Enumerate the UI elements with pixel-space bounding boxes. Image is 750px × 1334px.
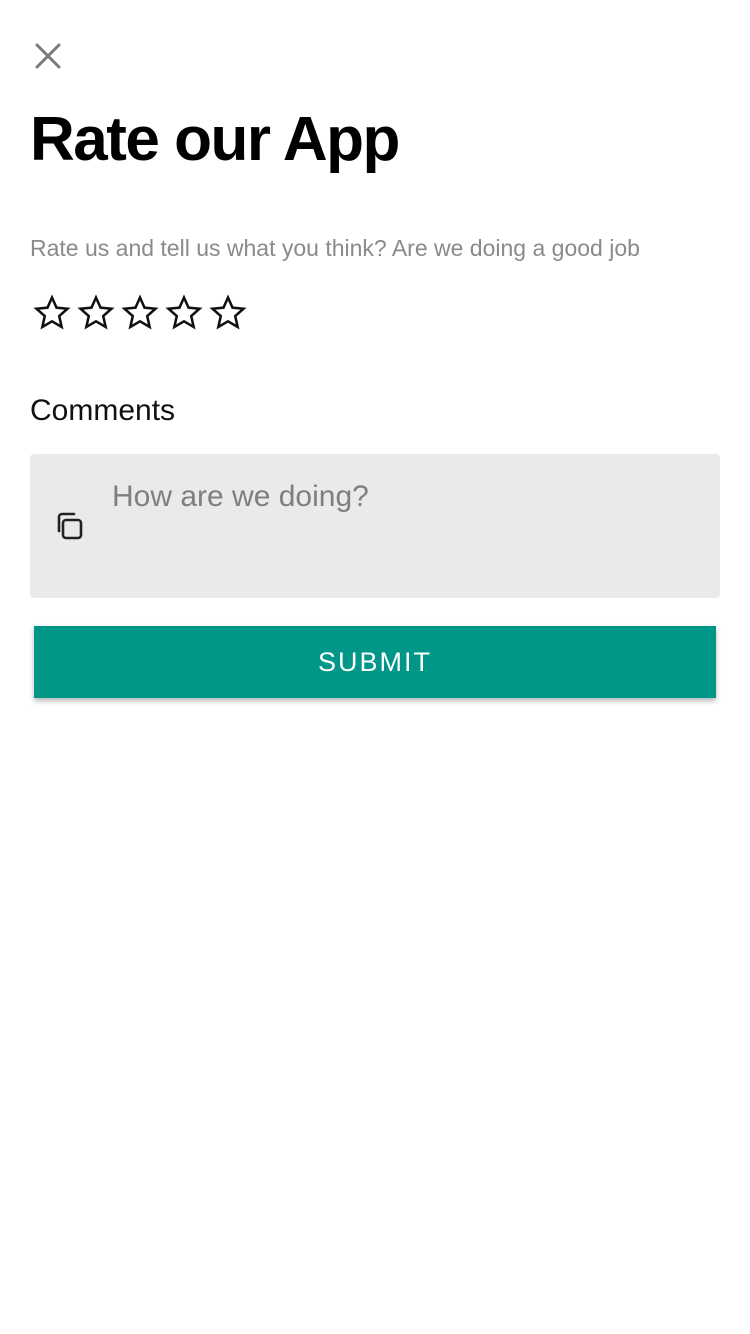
star-4[interactable]	[162, 290, 206, 336]
star-1[interactable]	[30, 290, 74, 336]
star-outline-icon	[121, 294, 159, 330]
star-outline-icon	[77, 294, 115, 330]
star-outline-icon	[33, 294, 71, 330]
rating-prompt: Rate us and tell us what you think? Are …	[30, 235, 640, 261]
close-icon	[35, 43, 61, 69]
copy-icon	[57, 512, 83, 540]
comments-input[interactable]	[112, 472, 702, 582]
star-outline-icon	[209, 294, 247, 330]
submit-button[interactable]: SUBMIT	[34, 626, 716, 698]
star-3[interactable]	[118, 290, 162, 336]
star-outline-icon	[165, 294, 203, 330]
page-title: Rate our App	[30, 105, 400, 174]
star-rating[interactable]	[30, 290, 250, 336]
star-2[interactable]	[74, 290, 118, 336]
comments-field[interactable]	[30, 454, 720, 598]
close-button[interactable]	[28, 36, 68, 76]
star-5[interactable]	[206, 290, 250, 336]
comments-label: Comments	[30, 394, 176, 427]
